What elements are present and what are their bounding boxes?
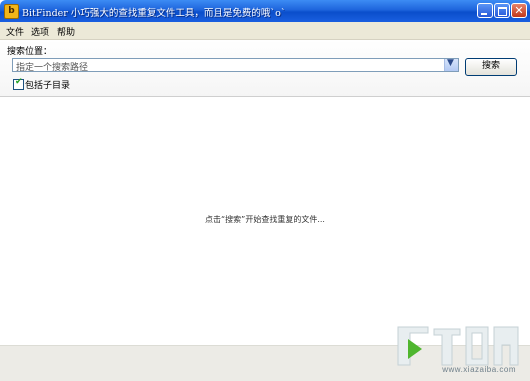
menu-options[interactable]: 选项 <box>31 25 49 38</box>
title-bar[interactable]: b BitFinder 小巧强大的查找重复文件工具，而且是免费的哦`o` ✕ <box>0 0 530 22</box>
maximize-icon <box>498 7 507 16</box>
checkmark-icon: ✔ <box>15 77 23 87</box>
close-icon: ✕ <box>514 4 524 17</box>
close-button[interactable]: ✕ <box>511 3 527 18</box>
search-location-label: 搜索位置： <box>7 47 53 57</box>
app-icon[interactable]: b <box>4 4 19 19</box>
menu-file[interactable]: 文件 <box>6 25 24 38</box>
watermark-logo: www.xiazaiba.com <box>394 321 522 376</box>
search-path-placeholder: 指定一个搜索路径 <box>16 63 89 73</box>
menu-help[interactable]: 帮助 <box>57 25 75 38</box>
search-panel: 搜索位置： 指定一个搜索路径 ▼ 搜索 ✔ 包括子目录 <box>0 40 530 97</box>
minimize-button[interactable] <box>477 3 493 18</box>
empty-state-message: 点击“搜索”开始查找重复的文件... <box>205 215 325 224</box>
chevron-down-icon: ▼ <box>447 58 454 68</box>
menu-bar: 文件 选项 帮助 <box>0 22 530 40</box>
results-area: 点击“搜索”开始查找重复的文件... <box>0 97 530 345</box>
search-path-combobox[interactable]: 指定一个搜索路径 ▼ <box>12 58 459 73</box>
watermark-text: www.xiazaiba.com <box>442 365 516 374</box>
include-subdirs-checkbox[interactable]: ✔ <box>13 77 24 90</box>
combobox-dropdown-button[interactable]: ▼ <box>444 58 458 71</box>
include-subdirs-label[interactable]: 包括子目录 <box>25 78 70 91</box>
minimize-icon <box>481 13 487 15</box>
search-button[interactable]: 搜索 <box>465 58 517 76</box>
maximize-button[interactable] <box>494 3 510 18</box>
window-title: BitFinder 小巧强大的查找重复文件工具，而且是免费的哦`o` <box>22 8 286 19</box>
